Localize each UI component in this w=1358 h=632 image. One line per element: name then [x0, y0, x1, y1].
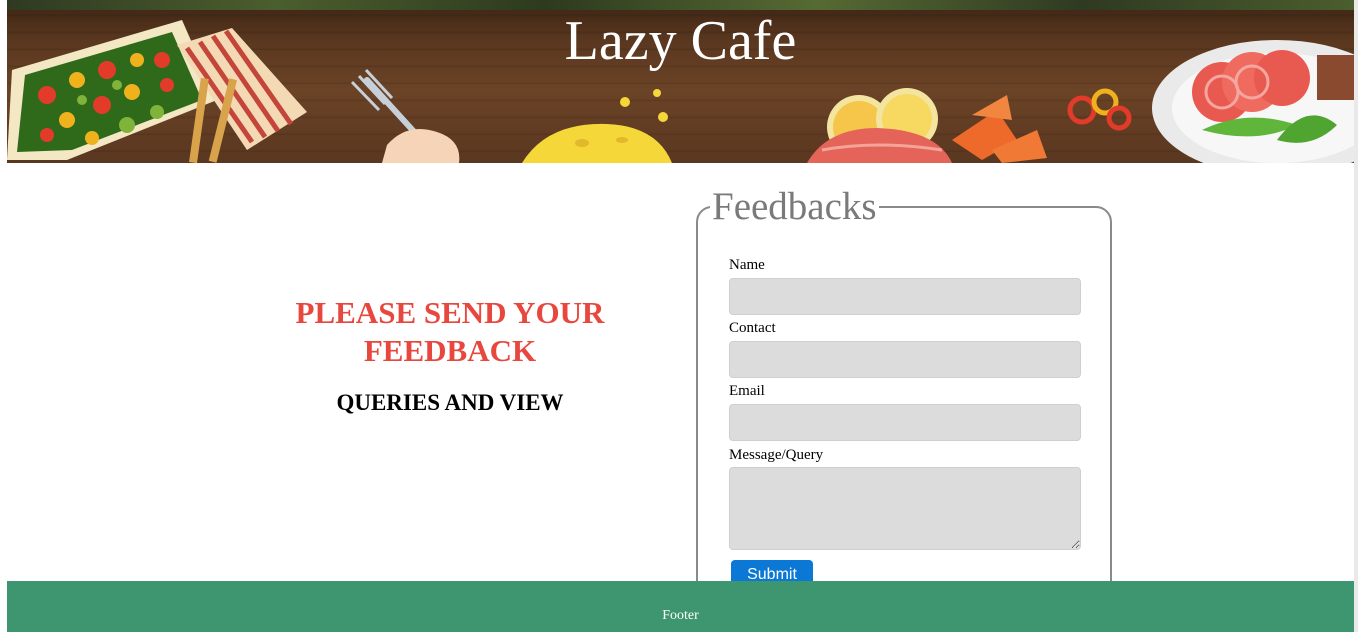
- fork-in-hand-illustration: [350, 68, 460, 163]
- footer: Footer: [7, 581, 1354, 632]
- name-input[interactable]: [729, 278, 1081, 315]
- page: Lazy Cafe PLEASE SEND YOUR FEEDBACK QUER…: [0, 0, 1358, 632]
- promo-heading: PLEASE SEND YOUR FEEDBACK: [295, 295, 605, 368]
- footer-text: Footer: [662, 608, 699, 623]
- message-label: Message/Query: [729, 447, 824, 463]
- email-label: Email: [729, 383, 765, 399]
- contact-label: Contact: [729, 320, 776, 336]
- cheese-illustration: [522, 89, 672, 163]
- promo-subheading: QUERIES AND VIEW: [336, 390, 564, 415]
- message-textarea[interactable]: [729, 467, 1081, 550]
- header-banner: Lazy Cafe: [7, 0, 1354, 163]
- name-label: Name: [729, 257, 765, 273]
- email-input[interactable]: [729, 404, 1081, 441]
- page-right-edge: [1354, 0, 1358, 632]
- carrot-illustration: [952, 95, 1047, 163]
- contact-input[interactable]: [729, 341, 1081, 378]
- pepper-rings-illustration: [1067, 88, 1132, 131]
- site-title: Lazy Cafe: [564, 10, 797, 72]
- feedback-legend: Feedbacks: [710, 184, 879, 230]
